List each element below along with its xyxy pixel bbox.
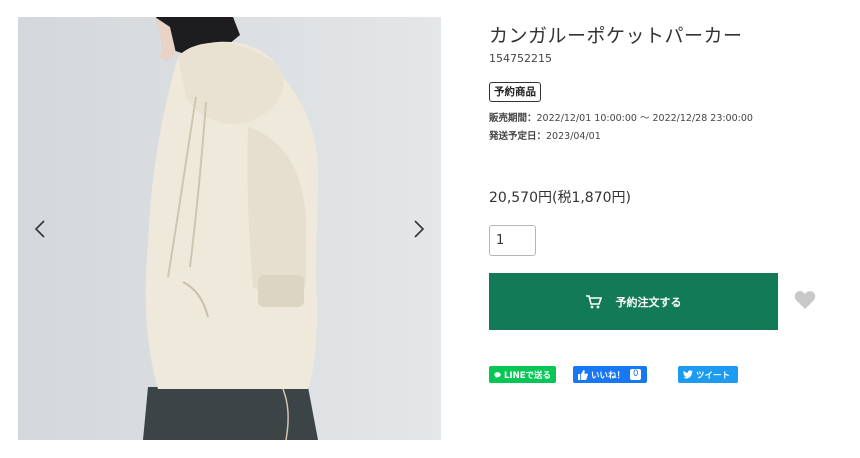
tweet-label: ツイート bbox=[696, 370, 731, 381]
like-label: いいね！ bbox=[591, 370, 626, 381]
like-count: 0 bbox=[630, 369, 642, 380]
next-image-button[interactable] bbox=[403, 213, 435, 245]
ship-date-value: 2023/04/01 bbox=[546, 131, 601, 142]
preorder-badge: 予約商品 bbox=[489, 82, 541, 102]
chevron-right-icon bbox=[414, 220, 425, 238]
reserve-order-button[interactable]: 予約注文する bbox=[489, 273, 778, 330]
previous-image-button[interactable] bbox=[24, 213, 56, 245]
reserve-order-label: 予約注文する bbox=[615, 295, 682, 309]
sales-period: 販売期間：2022/12/01 10:00:00 〜 2022/12/28 23… bbox=[489, 110, 753, 124]
thumbs-up-icon bbox=[578, 369, 588, 380]
heart-icon bbox=[794, 291, 816, 309]
line-share-button[interactable]: LINEで送る bbox=[489, 366, 556, 383]
sales-period-label: 販売期間： bbox=[489, 113, 537, 124]
product-title: カンガルーポケットパーカー bbox=[489, 25, 743, 47]
facebook-like-button[interactable]: いいね！ 0 bbox=[573, 366, 647, 383]
twitter-bird-icon bbox=[683, 370, 693, 379]
tweet-button[interactable]: ツイート bbox=[678, 366, 738, 383]
product-image-gallery bbox=[18, 17, 441, 440]
cart-icon bbox=[585, 294, 602, 308]
quantity-input[interactable] bbox=[489, 225, 536, 256]
sales-period-value: 2022/12/01 10:00:00 〜 2022/12/28 23:00:0… bbox=[536, 113, 753, 124]
product-price: 20,570円(税1,870円) bbox=[489, 190, 631, 206]
line-icon bbox=[494, 371, 501, 378]
line-share-label: LINEで送る bbox=[504, 370, 551, 381]
product-id: 154752215 bbox=[489, 52, 552, 65]
ship-date-label: 発送予定日： bbox=[489, 131, 547, 142]
favorite-button[interactable] bbox=[794, 290, 816, 310]
chevron-left-icon bbox=[34, 220, 45, 238]
product-photo bbox=[18, 17, 441, 440]
ship-date: 発送予定日：2023/04/01 bbox=[489, 128, 601, 142]
